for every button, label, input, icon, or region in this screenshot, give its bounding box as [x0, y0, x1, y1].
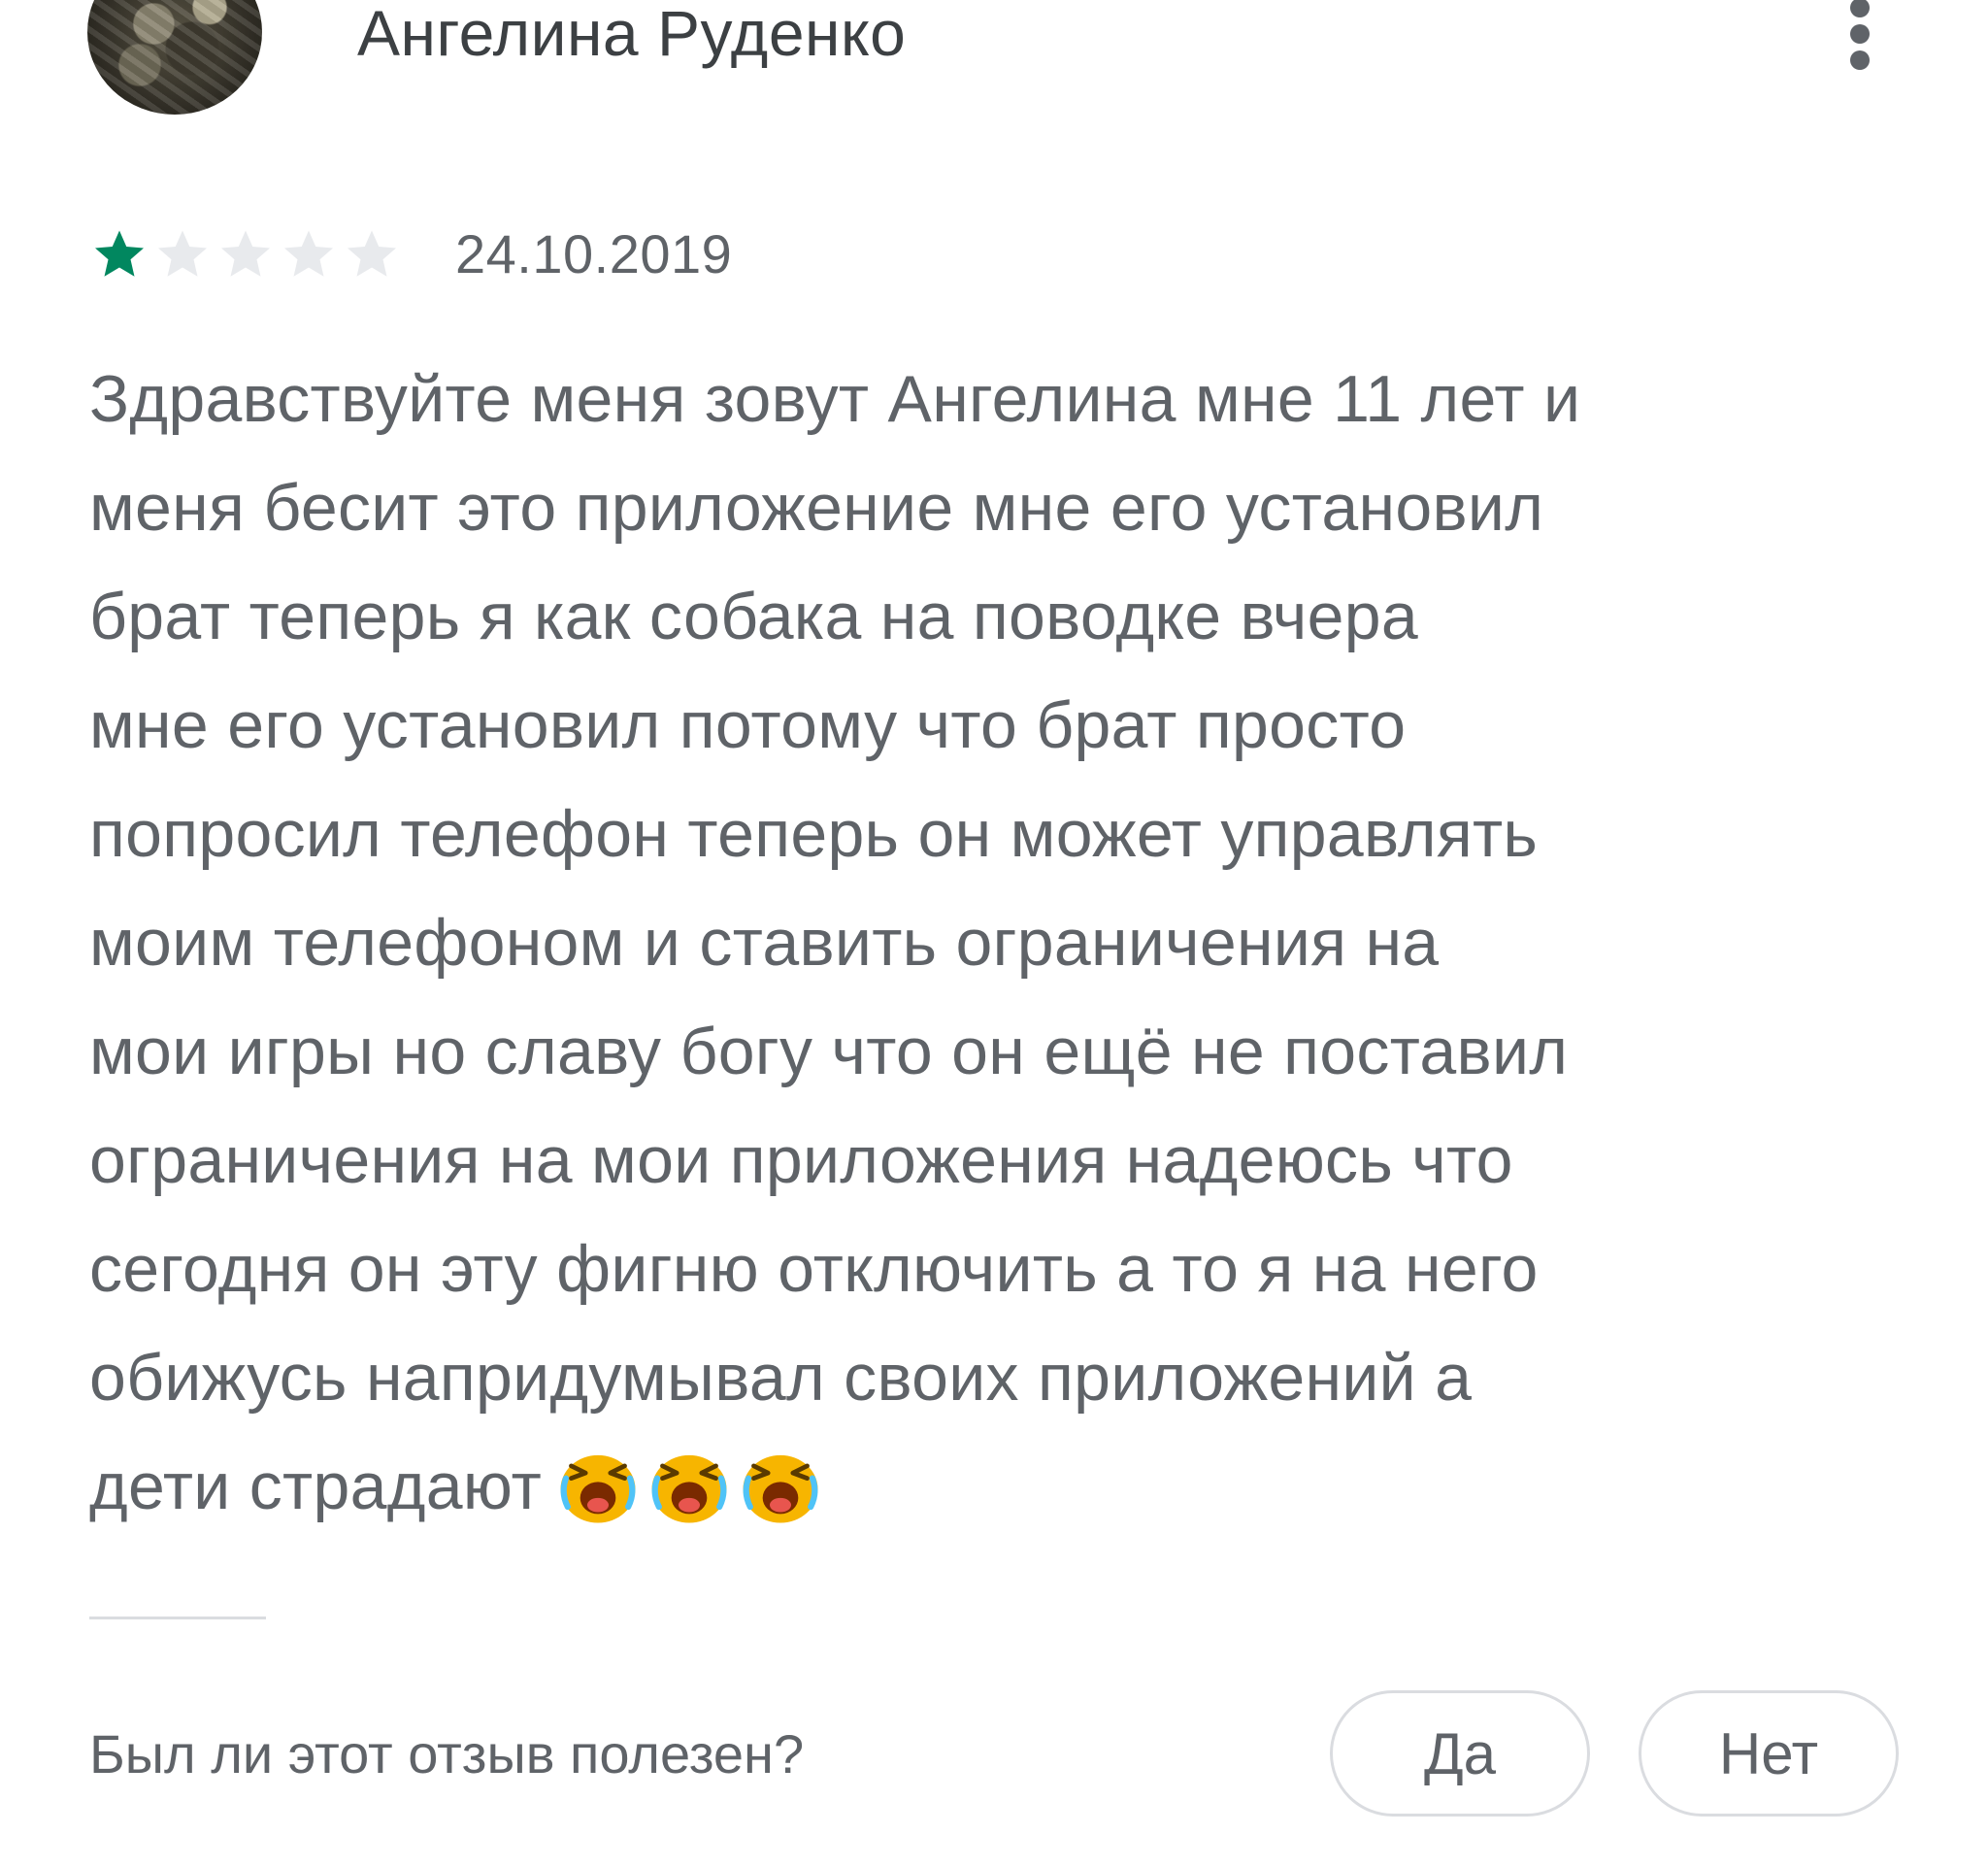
review-line: меня бесит это приложение мне его устано… [89, 471, 1544, 545]
emoji-group [555, 1443, 823, 1528]
review-text: Здравствуйте меня зовут Ангелина мне 11 … [89, 345, 1895, 1541]
divider [89, 1617, 266, 1619]
star-empty-icon [284, 230, 333, 277]
more-options-button[interactable] [1833, 0, 1887, 87]
review-line: попросил телефон теперь он может управля… [89, 797, 1539, 871]
review-line: моим телефоном и ставить ограничения на [89, 906, 1440, 980]
helpful-no-button[interactable]: Нет [1639, 1690, 1899, 1817]
crying-face-icon [651, 1454, 727, 1523]
star-empty-icon [348, 230, 396, 277]
author-name: Ангелина Руденко [357, 0, 907, 69]
star-empty-icon [221, 230, 270, 277]
more-vert-icon [1850, 0, 1870, 17]
review-line: Здравствуйте меня зовут Ангелина мне 11 … [89, 362, 1581, 436]
star-rating [89, 225, 402, 283]
star-filled-icon [95, 230, 144, 277]
review-line: обижусь напридумывал своих приложений а [89, 1341, 1473, 1415]
review-line: ограничения на мои приложения надеюсь чт… [89, 1123, 1513, 1197]
helpful-question: Был ли этот отзыв полезен? [89, 1723, 805, 1784]
crying-face-icon [743, 1454, 818, 1523]
avatar[interactable] [87, 0, 262, 115]
helpful-yes-button[interactable]: Да [1330, 1690, 1590, 1817]
review-date: 24.10.2019 [455, 223, 733, 284]
review-line-text: дети страдают [89, 1450, 543, 1523]
star-empty-icon [158, 230, 207, 277]
review-line: сегодня он эту фигню отключить а то я на… [89, 1232, 1539, 1306]
review-line-last: дети страдают [89, 1432, 1895, 1541]
review-card: Ангелина Руденко 24.10.2019 Здравствуйте… [0, 0, 1988, 1867]
review-line: мне его установил потому что брат просто [89, 688, 1407, 762]
crying-face-icon [560, 1454, 636, 1523]
review-line: брат теперь я как собака на поводке вчер… [89, 580, 1419, 653]
rating-row: 24.10.2019 [89, 225, 732, 283]
review-line: мои игры но славу богу что он ещё не пос… [89, 1015, 1569, 1088]
